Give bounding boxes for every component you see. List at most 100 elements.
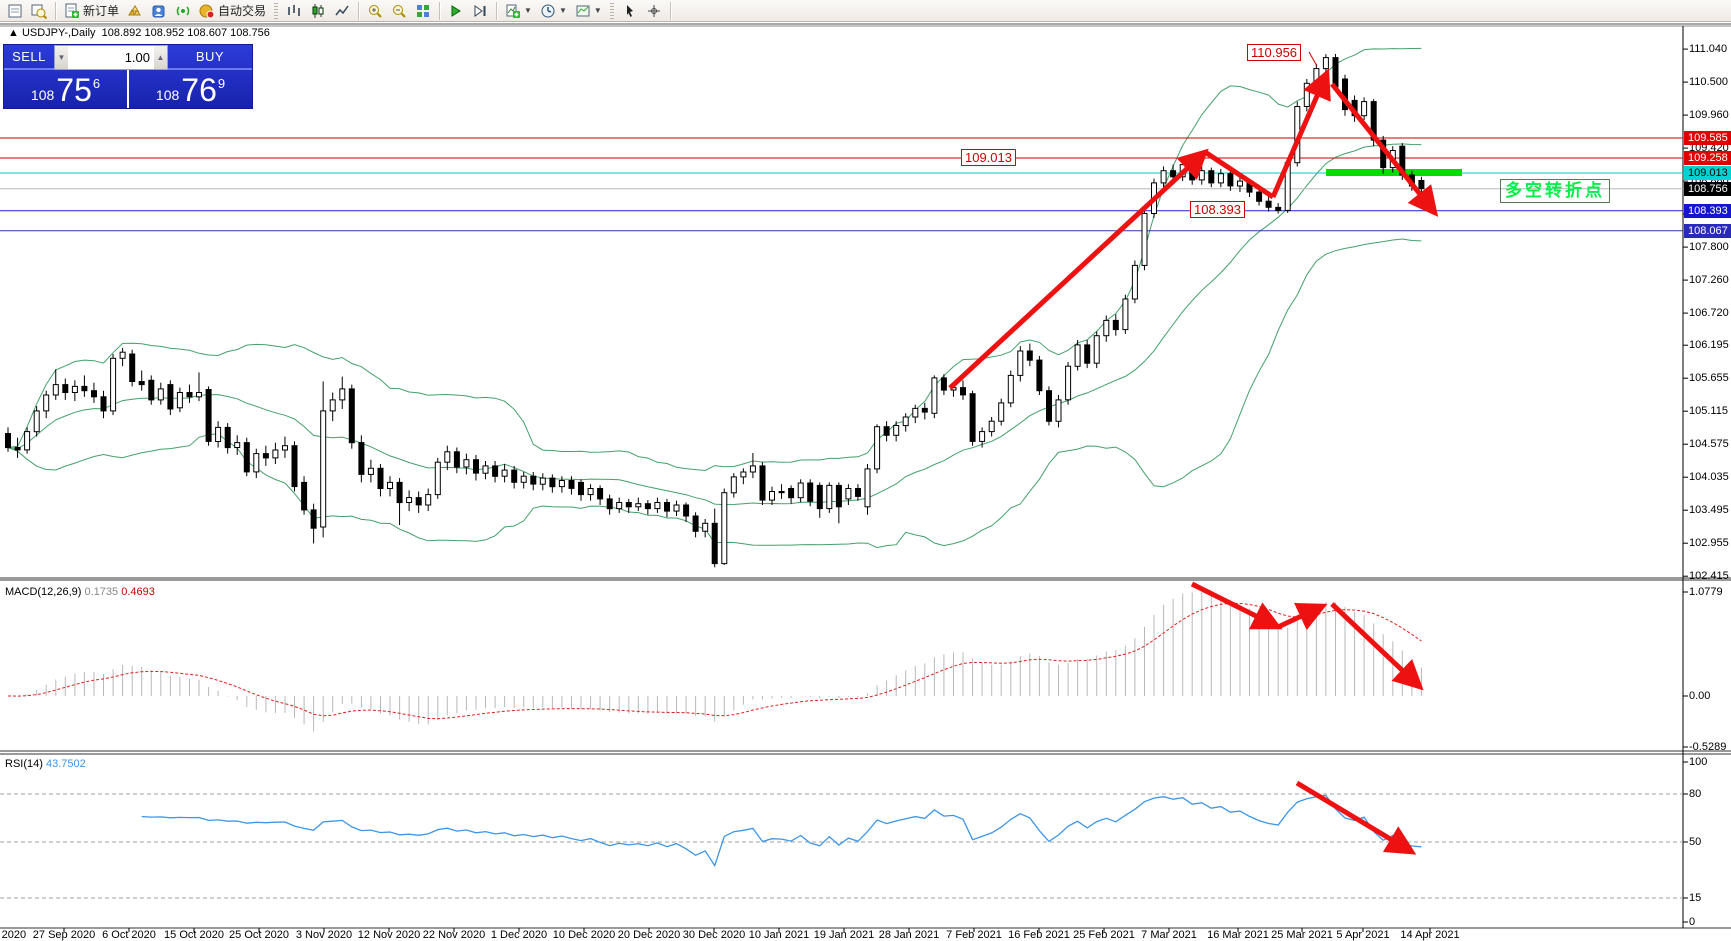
peak-price-label[interactable]: 110.956	[1247, 44, 1302, 61]
auto-scroll-button[interactable]	[444, 1, 468, 21]
template-icon	[576, 5, 590, 16]
volume-up-button[interactable]: ▲	[154, 46, 167, 69]
price-tick-label: 106.195	[1689, 338, 1729, 351]
sell-price-big: 75	[56, 72, 92, 108]
support-price-label[interactable]: 109.013	[961, 149, 1016, 166]
cursor-button[interactable]	[618, 1, 642, 21]
buy-button[interactable]: BUY	[168, 45, 252, 70]
time-tick-label: 25 Mar 2021	[1271, 929, 1333, 941]
sell-price[interactable]: 108 75 6	[4, 70, 129, 108]
price-tick-label: 111.040	[1689, 42, 1728, 55]
axis-ticks	[63, 48, 1688, 932]
price-tick-label: 105.115	[1689, 404, 1728, 417]
green-bar-layer[interactable]	[1326, 169, 1462, 176]
time-tick-label: 7 Sep 2020	[0, 929, 27, 941]
preview-button[interactable]	[27, 1, 51, 21]
time-tick-label: 12 Nov 2020	[357, 929, 421, 941]
rsi-axis-label: 15	[1689, 891, 1702, 904]
toolbar-group	[443, 0, 493, 22]
toolbar-separator	[358, 1, 360, 20]
peak-label-connector	[1308, 51, 1318, 67]
buy-price-prefix: 108	[155, 87, 180, 103]
time-tick-label: 15 Oct 2020	[164, 929, 224, 941]
symbol-name: USDJPY-,Daily	[21, 27, 96, 39]
macd-pane	[7, 591, 1422, 732]
candles-icon	[312, 3, 324, 18]
market-depth-button[interactable]	[147, 1, 171, 21]
buy-price[interactable]: 108 76 9	[129, 70, 252, 108]
toolbar-group: ▼ ▼ ▼	[500, 0, 607, 22]
ohlc-close: 108.756	[230, 27, 270, 39]
signals-button[interactable]	[171, 1, 195, 21]
swinglow-price-label[interactable]: 108.393	[1190, 201, 1245, 218]
candles-layer	[5, 54, 1425, 568]
chart-shift-button[interactable]	[468, 1, 492, 21]
collapse-icon[interactable]: ▲	[8, 27, 19, 39]
time-tick-label: 10 Jan 2021	[748, 929, 810, 941]
chart-line-button[interactable]	[330, 1, 354, 21]
ohlc-open: 108.892	[101, 27, 142, 39]
doc-icon	[8, 4, 22, 17]
horizontal-lines[interactable]	[0, 137, 1683, 232]
volume-input[interactable]	[68, 46, 154, 69]
sell-button[interactable]: SELL	[4, 45, 54, 70]
price-tick-label: 106.720	[1689, 306, 1729, 319]
price-tick-label: 110.500	[1689, 75, 1728, 88]
chevron-down-icon: ▼	[524, 6, 532, 15]
bollinger-bands	[7, 47, 1422, 549]
ohlc-low: 108.607	[187, 27, 228, 39]
indicators-button[interactable]: ▼	[501, 1, 536, 21]
templates-button[interactable]: ▼	[571, 1, 606, 21]
bull-bear-turning-point-label[interactable]: 多空转折点	[1500, 179, 1610, 203]
toolbar-grip[interactable]	[609, 2, 614, 19]
zoom-in-button[interactable]	[363, 1, 387, 21]
chart-window-button[interactable]	[3, 1, 27, 21]
time-tick-label: 5 Apr 2021	[1336, 929, 1390, 941]
volume-down-button[interactable]: ▼	[55, 46, 68, 69]
chart-candles-button[interactable]	[306, 1, 330, 21]
toolbar-grip[interactable]	[274, 2, 279, 19]
auto-trading-button[interactable]: 自动交易	[195, 1, 270, 21]
chart-canvas[interactable]	[0, 0, 1731, 941]
chart-bars-button[interactable]	[282, 1, 306, 21]
mt4-window: 新订单 自动交易 ▼ ▼ ▼ ▲ USDJPY-,Daily 108.892 108.9…	[0, 0, 1731, 941]
macd-trend-arrows[interactable]	[1190, 581, 1424, 691]
symbol-title: ▲ USDJPY-,Daily 108.892 108.952 108.607 …	[8, 27, 270, 39]
price-marker-108.067: 108.067	[1684, 223, 1731, 238]
price-tick-label: 105.655	[1689, 371, 1729, 384]
signal-icon	[176, 6, 190, 15]
scroll-icon	[451, 4, 461, 17]
chevron-down-icon: ▼	[558, 6, 567, 15]
rsi-axis-label: 80	[1689, 787, 1702, 800]
price-tick-label: 109.960	[1689, 108, 1729, 121]
one-click-trading-panel: SELL ▼ ▲ BUY 108 75 6 108 76 9	[3, 44, 253, 109]
toolbar-group	[2, 0, 52, 22]
zoom-out-button[interactable]	[387, 1, 411, 21]
time-tick-label: 3 Nov 2020	[295, 929, 353, 941]
crosshair-button[interactable]	[642, 1, 666, 21]
linechart-icon	[335, 5, 349, 15]
new-order-button[interactable]: 新订单	[60, 1, 123, 21]
periods-button[interactable]: ▼	[536, 1, 571, 21]
time-tick-label: 19 Jan 2021	[813, 929, 875, 941]
price-marker-109.013: 109.013	[1684, 165, 1731, 180]
price-tick-label: 103.495	[1689, 503, 1729, 516]
price-tick-label: 104.575	[1689, 437, 1729, 450]
toolbar-separator	[439, 1, 441, 20]
toolbar-group	[617, 0, 667, 22]
tile-windows-button[interactable]	[411, 1, 435, 21]
gold-chart-button[interactable]	[123, 1, 147, 21]
toolbar-group: 新订单 自动交易	[59, 0, 271, 22]
price-tick-label: 102.955	[1689, 536, 1729, 549]
time-tick-label: 25 Oct 2020	[229, 929, 289, 941]
time-tick-label: 16 Mar 2021	[1207, 929, 1269, 941]
sell-price-prefix: 108	[30, 87, 55, 103]
shift-icon	[474, 4, 486, 17]
indicators-icon	[506, 4, 521, 18]
green-support-bar[interactable]	[1326, 169, 1462, 176]
price-tick-label: 102.415	[1689, 569, 1729, 582]
time-tick-label: 30 Dec 2020	[682, 929, 746, 941]
auto-trading-label: 自动交易	[218, 4, 267, 18]
price-marker-109.585: 109.585	[1684, 131, 1731, 145]
time-tick-label: 20 Dec 2020	[617, 929, 681, 941]
